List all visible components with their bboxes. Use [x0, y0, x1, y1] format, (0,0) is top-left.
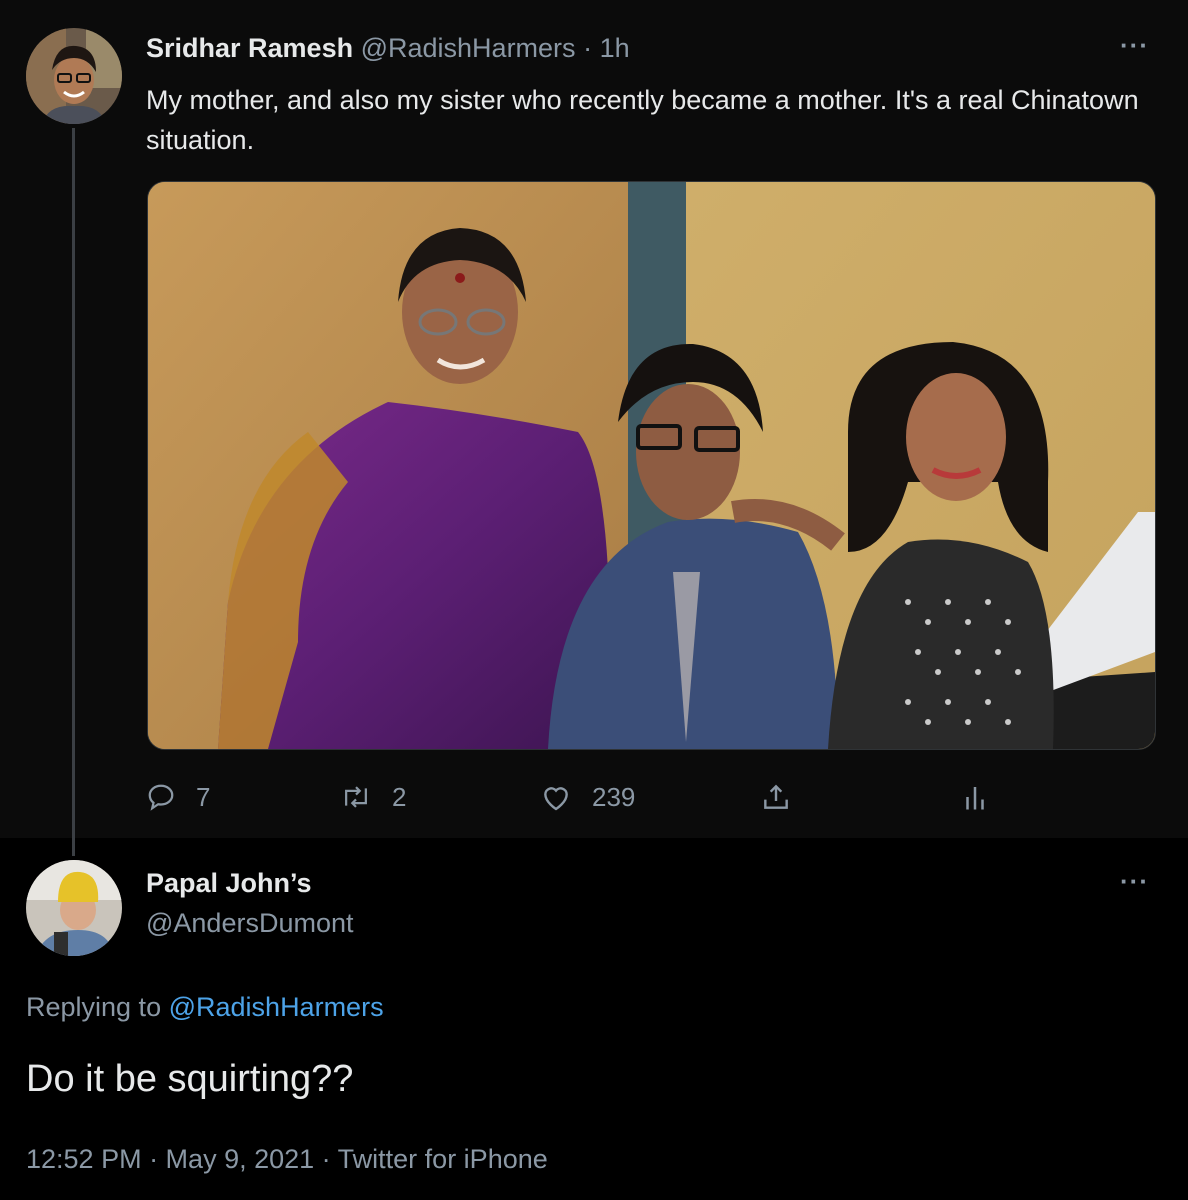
- author-handle[interactable]: @RadishHarmers: [361, 33, 576, 63]
- replying-to: Replying to @RadishHarmers: [26, 992, 384, 1023]
- retweet-count: 2: [392, 781, 407, 812]
- tweet-text: My mother, and also my sister who recent…: [146, 85, 1139, 155]
- analytics-icon[interactable]: [962, 782, 988, 812]
- replying-prefix: Replying to: [26, 992, 162, 1022]
- retweet-icon[interactable]: [340, 782, 372, 812]
- reply-action[interactable]: 7: [146, 775, 210, 819]
- analytics-action[interactable]: [962, 775, 1008, 819]
- reply-icon[interactable]: [146, 782, 176, 812]
- reply-meta[interactable]: 12:52 PM · May 9, 2021 · Twitter for iPh…: [26, 1144, 548, 1175]
- like-action[interactable]: 239: [540, 775, 635, 819]
- share-icon[interactable]: [760, 781, 792, 813]
- share-action[interactable]: [760, 775, 812, 819]
- tweet-actions: 7 2 239: [146, 775, 1156, 819]
- tweet-time[interactable]: · 1h: [583, 33, 630, 63]
- author-avatar[interactable]: [26, 28, 122, 124]
- thread-connector: [72, 128, 75, 856]
- reply-author-handle[interactable]: @AndersDumont: [146, 908, 354, 939]
- more-icon[interactable]: ···: [1120, 30, 1149, 61]
- tweet-photo[interactable]: [147, 181, 1156, 750]
- tweet-header: Sridhar Ramesh @RadishHarmers · 1h: [146, 33, 630, 64]
- heart-icon[interactable]: [540, 782, 572, 812]
- retweet-action[interactable]: 2: [340, 775, 406, 819]
- reply-author-name[interactable]: Papal John’s: [146, 868, 312, 899]
- reply-text: Do it be squirting??: [26, 1058, 354, 1100]
- more-icon[interactable]: ···: [1120, 866, 1149, 897]
- reply-count: 7: [196, 781, 211, 812]
- reply-author-avatar[interactable]: [26, 860, 122, 956]
- replying-mention-link[interactable]: @RadishHarmers: [169, 992, 384, 1022]
- like-count: 239: [592, 781, 636, 812]
- author-name[interactable]: Sridhar Ramesh: [146, 33, 353, 63]
